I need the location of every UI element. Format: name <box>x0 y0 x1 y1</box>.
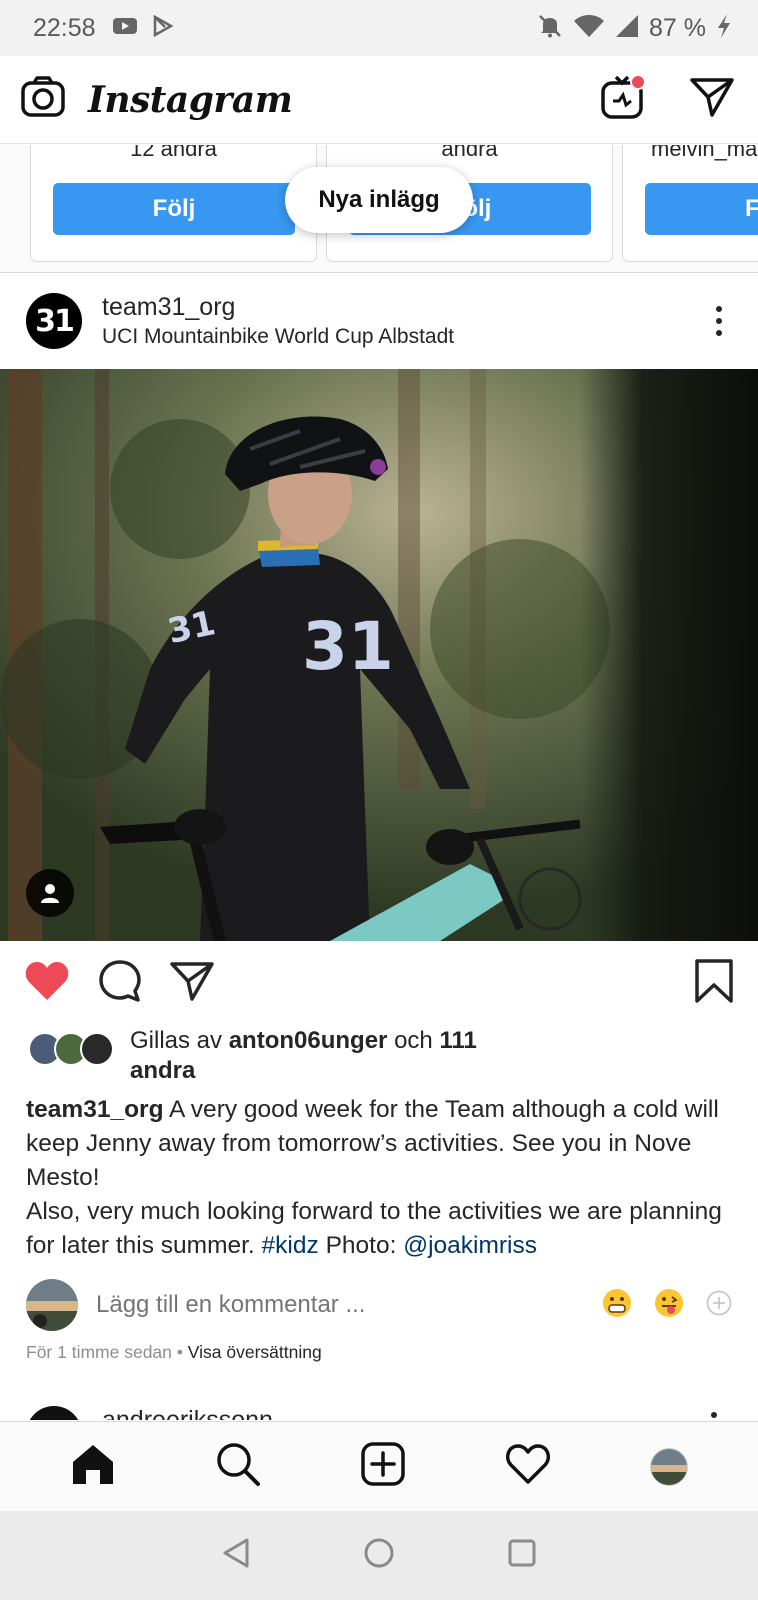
caption-username[interactable]: team31_org <box>26 1096 164 1123</box>
liker-avatar <box>80 1032 114 1066</box>
suggestion-card: melvin_ma F <box>622 145 758 262</box>
likes-text: Gillas av anton06unger och 111 andra <box>130 1026 530 1086</box>
new-posts-pill[interactable]: Nya inlägg <box>285 167 473 233</box>
home-icon[interactable] <box>70 1442 116 1491</box>
likes-suffix[interactable]: andra <box>130 1057 195 1084</box>
back-icon[interactable] <box>221 1537 251 1574</box>
post-header: 31 team31_org UCI Mountainbike World Cup… <box>0 273 758 369</box>
direct-message-icon[interactable] <box>690 77 734 122</box>
instagram-logo: Instagram <box>88 78 293 121</box>
youtube-icon <box>112 16 138 41</box>
hashtag-link[interactable]: #kidz <box>262 1232 319 1259</box>
next-post-username[interactable]: andreerikssonn <box>102 1406 273 1420</box>
add-emoji-icon[interactable] <box>706 1290 732 1321</box>
my-avatar <box>26 1279 78 1331</box>
app-bar: Instagram <box>0 56 758 144</box>
profile-avatar[interactable] <box>650 1447 689 1486</box>
status-time: 22:58 <box>33 13 96 42</box>
recents-icon[interactable] <box>507 1538 537 1573</box>
user-tag-icon[interactable] <box>26 869 74 917</box>
likes-count[interactable]: 111 <box>439 1027 476 1054</box>
suggestion-subtitle: 12 andra <box>130 145 217 161</box>
follow-button[interactable]: Följ <box>53 183 295 235</box>
next-post-header: andreerikssonn <box>0 1386 758 1420</box>
next-post-avatar[interactable] <box>26 1406 82 1420</box>
mute-icon <box>537 13 563 44</box>
add-post-icon[interactable] <box>360 1441 406 1492</box>
add-comment-row <box>26 1278 732 1332</box>
status-bar: 22:58 87 % <box>0 0 758 56</box>
photo-credit-label: Photo: <box>325 1232 397 1259</box>
follow-button[interactable]: F <box>645 183 758 235</box>
battery-percent: 87 % <box>649 13 706 42</box>
svg-text:31: 31 <box>302 608 394 685</box>
likes-prefix: Gillas av <box>130 1027 223 1054</box>
post-timestamp: För 1 timme sedan • Visa översättning <box>26 1342 322 1363</box>
signal-icon <box>615 14 639 43</box>
next-post-more-icon[interactable] <box>711 1412 717 1418</box>
suggestion-subtitle: melvin_ma <box>651 145 758 161</box>
grin-emoji-icon[interactable] <box>602 1288 632 1323</box>
likes-summary[interactable]: Gillas av anton06unger och 111 andra <box>28 1026 728 1086</box>
wifi-icon <box>573 14 605 43</box>
search-icon[interactable] <box>215 1441 261 1492</box>
bottom-nav <box>0 1421 758 1511</box>
more-options-icon[interactable] <box>716 306 732 336</box>
suggestion-card: 12 andra Följ <box>30 145 317 262</box>
cyclist-photo: 31 31 <box>0 369 758 941</box>
post-avatar[interactable]: 31 <box>26 293 82 349</box>
comment-input[interactable] <box>96 1291 516 1319</box>
share-icon[interactable] <box>170 961 214 1006</box>
mention-link[interactable]: @joakimriss <box>403 1232 537 1259</box>
suggestion-subtitle: andra <box>441 145 498 161</box>
charging-icon <box>716 13 732 44</box>
post-username[interactable]: team31_org <box>102 293 454 322</box>
bookmark-icon[interactable] <box>694 958 734 1009</box>
time-ago: För 1 timme sedan <box>26 1342 172 1362</box>
liker-avatars <box>28 1032 118 1068</box>
play-store-icon <box>152 14 174 42</box>
comment-icon[interactable] <box>98 959 142 1008</box>
home-circle-icon[interactable] <box>363 1537 395 1574</box>
post-actions <box>0 951 758 1015</box>
post-location[interactable]: UCI Mountainbike World Cup Albstadt <box>102 325 454 349</box>
camera-icon[interactable] <box>20 75 66 124</box>
system-nav-bar <box>0 1511 758 1600</box>
like-heart-icon[interactable] <box>24 960 70 1007</box>
liker-username[interactable]: anton06unger <box>229 1027 388 1054</box>
separator-dot: • <box>176 1342 183 1362</box>
likes-conj: och <box>394 1027 433 1054</box>
igtv-icon[interactable] <box>600 73 646 126</box>
post-photo[interactable]: 31 31 <box>0 369 758 941</box>
activity-heart-icon[interactable] <box>505 1443 551 1490</box>
post-caption: team31_org A very good week for the Team… <box>26 1093 726 1263</box>
avatar-text: 31 <box>35 303 75 339</box>
tongue-emoji-icon[interactable] <box>654 1288 684 1323</box>
translate-link[interactable]: Visa översättning <box>188 1342 322 1362</box>
